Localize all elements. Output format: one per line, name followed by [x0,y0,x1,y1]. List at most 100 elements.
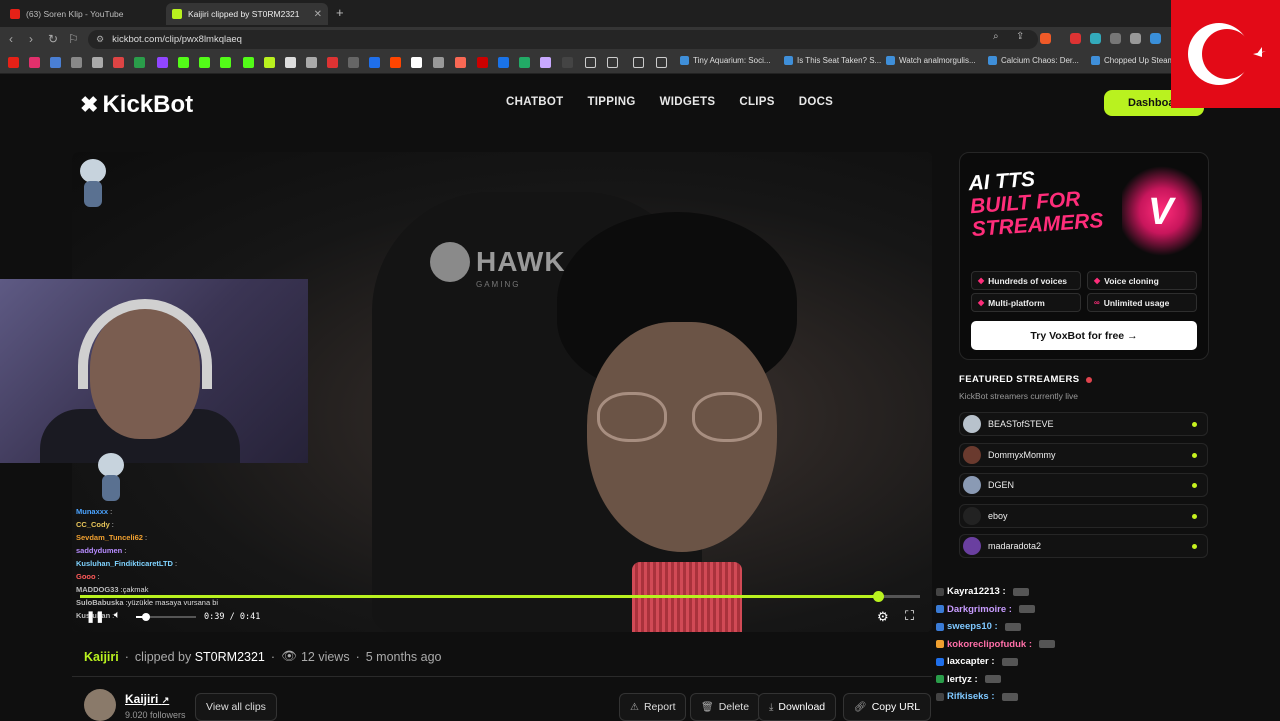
steam-icon [988,56,997,65]
copy-url-button[interactable]: 🔗︎ Copy URL [843,693,932,721]
bookmark-icon[interactable] [433,57,444,68]
browser-tab-kickbot[interactable]: Kaijiri clipped by ST0RM2321 ✕ [166,3,328,25]
avatar-body [84,181,102,207]
bookmark-kick-icon[interactable] [220,57,231,68]
streamer-face [587,322,777,552]
bookmark-link[interactable]: Tiny Aquarium: Soci... [680,56,771,65]
streamer-row[interactable]: eboy [959,503,1208,528]
nav-clips[interactable]: CLIPS [739,96,774,108]
live-dot-icon [1085,376,1092,383]
bookmark-twitch-icon[interactable] [157,57,168,68]
streamer-row[interactable]: madaradota2 [959,534,1208,558]
kickbot-logo[interactable]: ✖ KickBot [80,91,193,119]
brave-shield-icon[interactable] [1040,33,1051,44]
volume-slider[interactable] [136,613,196,621]
browser-tab-youtube[interactable]: (63) Soren Klip - YouTube [4,3,164,25]
live-indicator-icon [1192,513,1197,519]
streamer-avatar [963,537,981,555]
clipper-name[interactable]: ST0RM2321 [195,650,265,664]
bookmark-link[interactable]: Is This Seat Taken? S... [784,56,881,65]
bookmark-icon[interactable] [562,57,573,68]
nav-docs[interactable]: DOCS [799,96,833,108]
report-button[interactable]: ⚠ Report [619,693,687,721]
extension-icon[interactable] [1150,33,1161,44]
bookmark-icon[interactable] [519,57,530,68]
new-tab-icon[interactable]: + [336,5,344,20]
try-voxbot-button[interactable]: Try VoxBot for free → [971,321,1197,350]
view-all-clips-button[interactable]: View all clips [195,693,277,721]
bookmark-drive-icon[interactable] [134,57,145,68]
bookmark-icon[interactable] [327,57,338,68]
voxbot-ad[interactable]: AI TTS BUILT FOR STREAMERS V ◆ Hundreds o… [959,152,1209,360]
bookmark-link[interactable]: Calcium Chaos: Der... [988,56,1079,65]
streamer-row[interactable]: DommyxMommy [959,442,1208,467]
share-icon[interactable]: ⇪ [1016,31,1027,42]
folder-icon[interactable] [607,57,618,68]
folder-icon[interactable] [656,57,667,68]
feature-chip: ∞ Unlimited usage [1087,293,1197,312]
close-tab-icon[interactable]: ✕ [314,9,322,20]
bookmark-kickbot-icon[interactable] [264,57,275,68]
external-link-icon: ↗ [161,695,170,705]
bookmark-link[interactable]: Watch analmorgulis... [886,56,976,65]
nav-tipping[interactable]: TIPPING [587,96,635,108]
channel-name-link[interactable]: Kaijiri ↗ [125,692,169,706]
streamer-row[interactable]: BEASTofSTEVE [959,412,1208,436]
bookmark-icon[interactable] [92,57,103,68]
bookmark-youtube-icon[interactable] [8,57,19,68]
bookmark-icon[interactable] [285,57,296,68]
delete-button[interactable]: 🗑︎ Delete [690,693,761,721]
hawk-logo-icon [430,242,470,282]
nav-chatbot[interactable]: CHATBOT [506,96,563,108]
channel-name: Kaijiri [125,692,159,706]
bookmark-icon[interactable] [306,57,317,68]
bookmark-kick-icon[interactable] [199,57,210,68]
avatar-character-icon [94,453,128,503]
bookmark-kick-icon[interactable] [178,57,189,68]
forward-icon[interactable]: › [29,32,33,46]
ad-title: AI TTS BUILT FOR STREAMERS [968,162,1122,241]
bookmark-icon[interactable] [411,57,422,68]
bookmark-icon[interactable] [348,57,359,68]
bookmark-gmail-icon[interactable] [113,57,124,68]
bookmark-kick-icon[interactable] [243,57,254,68]
site-info-icon[interactable]: ⚙ [96,34,104,45]
folder-icon[interactable] [633,57,644,68]
extension-icon[interactable] [1070,33,1081,44]
volume-handle[interactable] [142,613,150,621]
settings-gear-icon[interactable]: ⚙ [877,609,889,625]
folder-icon[interactable] [585,57,596,68]
bookmark-icon[interactable]: ⚐ [68,32,79,46]
bookmark-icon[interactable] [477,57,488,68]
trash-icon: 🗑︎ [701,701,714,713]
bookmark-icon[interactable] [50,57,61,68]
nav-widgets[interactable]: WIDGETS [660,96,716,108]
bookmark-instagram-icon[interactable] [29,57,40,68]
zoom-icon[interactable]: ⌕ [993,31,1004,42]
tab-title: Kaijiri clipped by ST0RM2321 [188,9,300,19]
reload-icon[interactable]: ↻ [48,32,58,46]
seek-handle[interactable] [873,591,884,602]
bookmark-icon[interactable] [71,57,82,68]
channel-link[interactable]: Kaijiri [84,650,119,664]
seek-bar[interactable] [80,591,920,602]
volume-icon[interactable]: 🔈︎ [114,609,121,622]
extension-icon[interactable] [1130,33,1141,44]
extension-icon[interactable] [1110,33,1121,44]
bookmark-icon[interactable] [369,57,380,68]
bookmark-reddit-icon[interactable] [390,57,401,68]
clip-meta: Kaijiri · clipped by ST0RM2321 · 👁︎ 12 v… [84,649,442,664]
pause-icon[interactable]: ❚❚ [86,610,104,623]
address-bar[interactable]: ⚙ kickbot.com/clip/pwx8lmkqlaeq [88,30,1038,49]
fullscreen-icon[interactable]: ⛶ [905,608,914,624]
streamer-row[interactable]: DGEN [959,473,1208,497]
extension-icon[interactable] [1090,33,1101,44]
bookmark-link[interactable]: Chopped Up Steam [1091,56,1174,65]
bookmark-icon[interactable] [540,57,551,68]
back-icon[interactable]: ‹ [9,32,13,46]
channel-avatar[interactable] [84,689,116,721]
chat-overlay-line: CC_Cody: [76,520,114,529]
download-button[interactable]: ⤓ Download [758,693,837,721]
bookmark-icon[interactable] [455,57,466,68]
bookmark-icon[interactable] [498,57,509,68]
